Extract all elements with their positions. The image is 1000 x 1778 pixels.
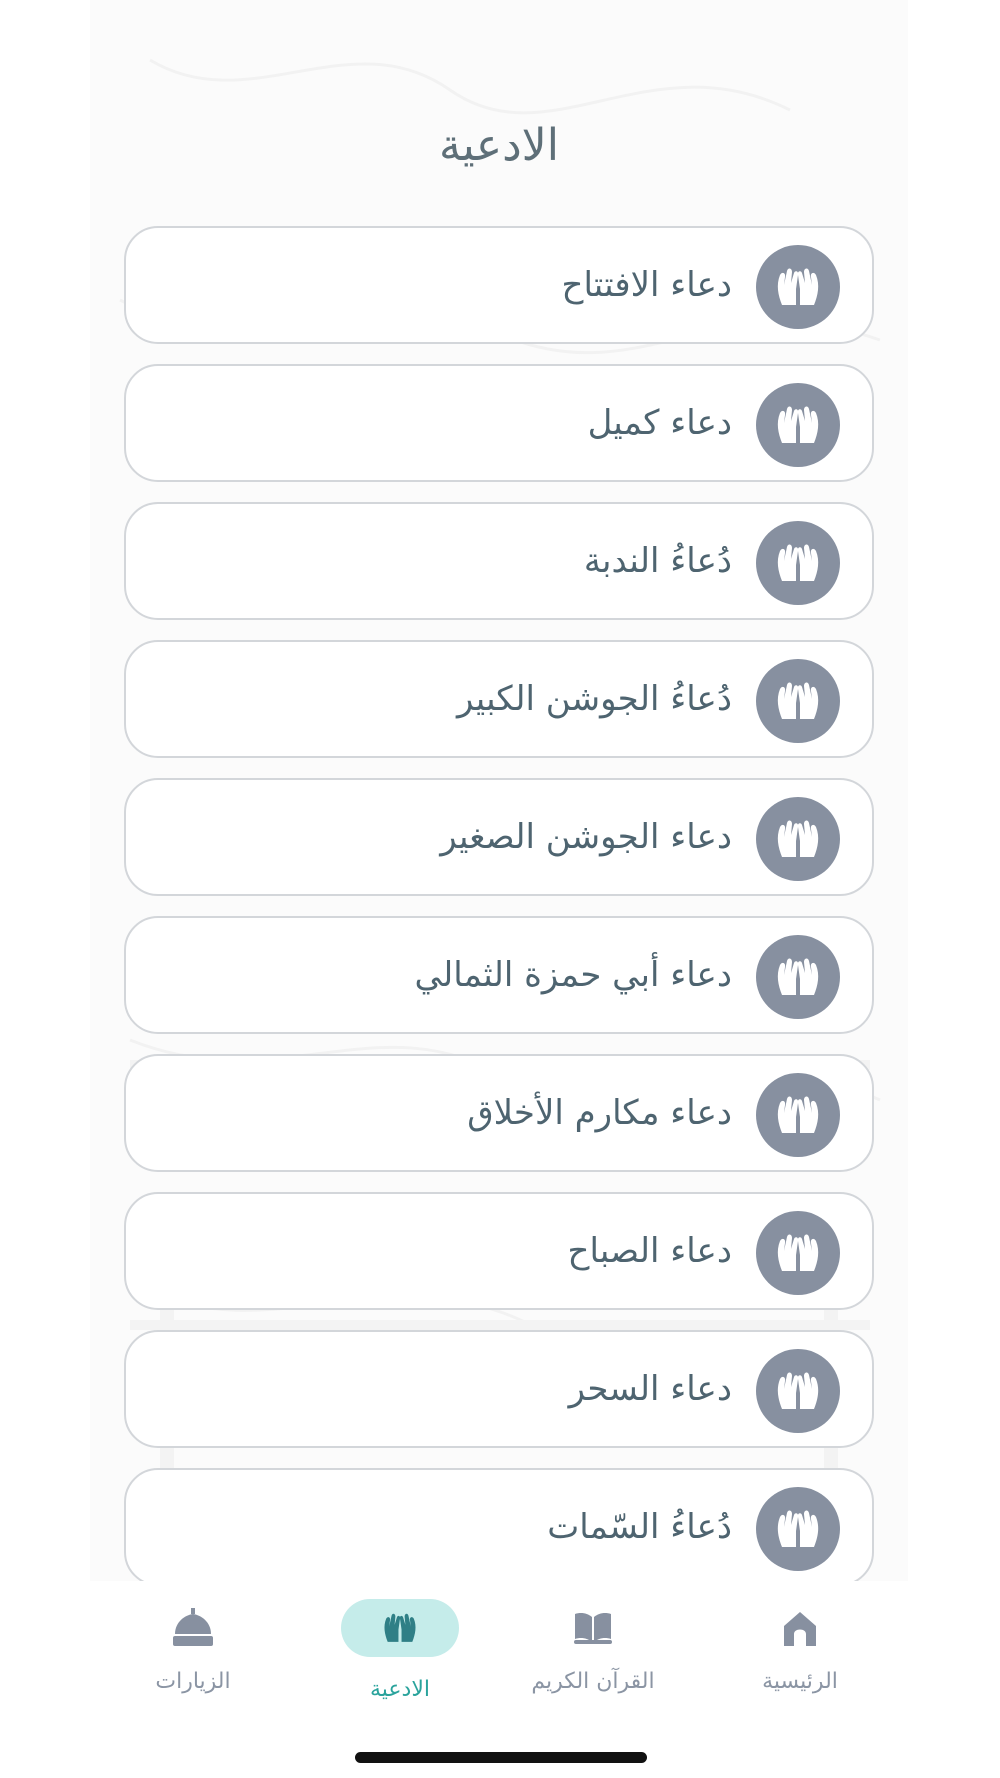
page-title: الادعية bbox=[438, 120, 560, 171]
item-label: دعاء السحر bbox=[568, 1369, 732, 1409]
praying-hands-icon bbox=[756, 383, 840, 467]
tab-quran[interactable]: القرآن الكريم bbox=[503, 1599, 683, 1709]
item-label: دعاء الجوشن الصغير bbox=[440, 817, 732, 857]
app-screen: الادعية دعاء الافتتاح دعاء كميل دُعاءُ ا… bbox=[90, 0, 908, 1778]
bottom-tab-bar: الرئيسية القرآن الكريم الادعية الزيارات bbox=[90, 1581, 908, 1778]
tab-label: الزيارات bbox=[155, 1669, 231, 1694]
home-icon bbox=[741, 1599, 859, 1657]
item-label: دعاء أبي حمزة الثمالي bbox=[414, 955, 732, 995]
praying-hands-icon bbox=[341, 1599, 459, 1657]
list-item[interactable]: دعاء السحر bbox=[124, 1330, 874, 1448]
list-item[interactable]: دعاء الصباح bbox=[124, 1192, 874, 1310]
list-item[interactable]: دُعاءُ السّمات bbox=[124, 1468, 874, 1581]
tab-home[interactable]: الرئيسية bbox=[710, 1599, 890, 1709]
tab-label: الرئيسية bbox=[762, 1669, 838, 1694]
item-label: دعاء كميل bbox=[587, 403, 732, 443]
praying-hands-icon bbox=[756, 797, 840, 881]
tab-supplications[interactable]: الادعية bbox=[310, 1599, 490, 1709]
praying-hands-icon bbox=[756, 1487, 840, 1571]
tab-label: الادعية bbox=[369, 1677, 431, 1702]
praying-hands-icon bbox=[756, 935, 840, 1019]
item-label: دُعاءُ الندبة bbox=[583, 541, 732, 581]
list-item[interactable]: دعاء الافتتاح bbox=[124, 226, 874, 344]
shrine-dome-icon bbox=[134, 1599, 252, 1657]
item-label: دعاء الصباح bbox=[567, 1231, 732, 1271]
list-item[interactable]: دُعاءُ الجوشن الكبير bbox=[124, 640, 874, 758]
item-label: دعاء الافتتاح bbox=[561, 265, 733, 305]
list-item[interactable]: دعاء أبي حمزة الثمالي bbox=[124, 916, 874, 1034]
praying-hands-icon bbox=[756, 1349, 840, 1433]
praying-hands-icon bbox=[756, 521, 840, 605]
praying-hands-icon bbox=[756, 659, 840, 743]
tab-label: القرآن الكريم bbox=[531, 1669, 655, 1694]
praying-hands-icon bbox=[756, 245, 840, 329]
item-label: دُعاءُ الجوشن الكبير bbox=[457, 679, 732, 719]
praying-hands-icon bbox=[756, 1073, 840, 1157]
tab-visits[interactable]: الزيارات bbox=[103, 1599, 283, 1709]
list-item[interactable]: دعاء الجوشن الصغير bbox=[124, 778, 874, 896]
item-label: دُعاءُ السّمات bbox=[547, 1507, 732, 1547]
home-indicator bbox=[355, 1752, 647, 1763]
list-item[interactable]: دُعاءُ الندبة bbox=[124, 502, 874, 620]
list-item[interactable]: دعاء كميل bbox=[124, 364, 874, 482]
list-item[interactable]: دعاء مكارم الأخلاق bbox=[124, 1054, 874, 1172]
quran-book-icon bbox=[534, 1599, 652, 1657]
supplications-list[interactable]: دعاء الافتتاح دعاء كميل دُعاءُ الندبة دُ… bbox=[124, 226, 878, 1581]
item-label: دعاء مكارم الأخلاق bbox=[467, 1093, 732, 1133]
praying-hands-icon bbox=[756, 1211, 840, 1295]
